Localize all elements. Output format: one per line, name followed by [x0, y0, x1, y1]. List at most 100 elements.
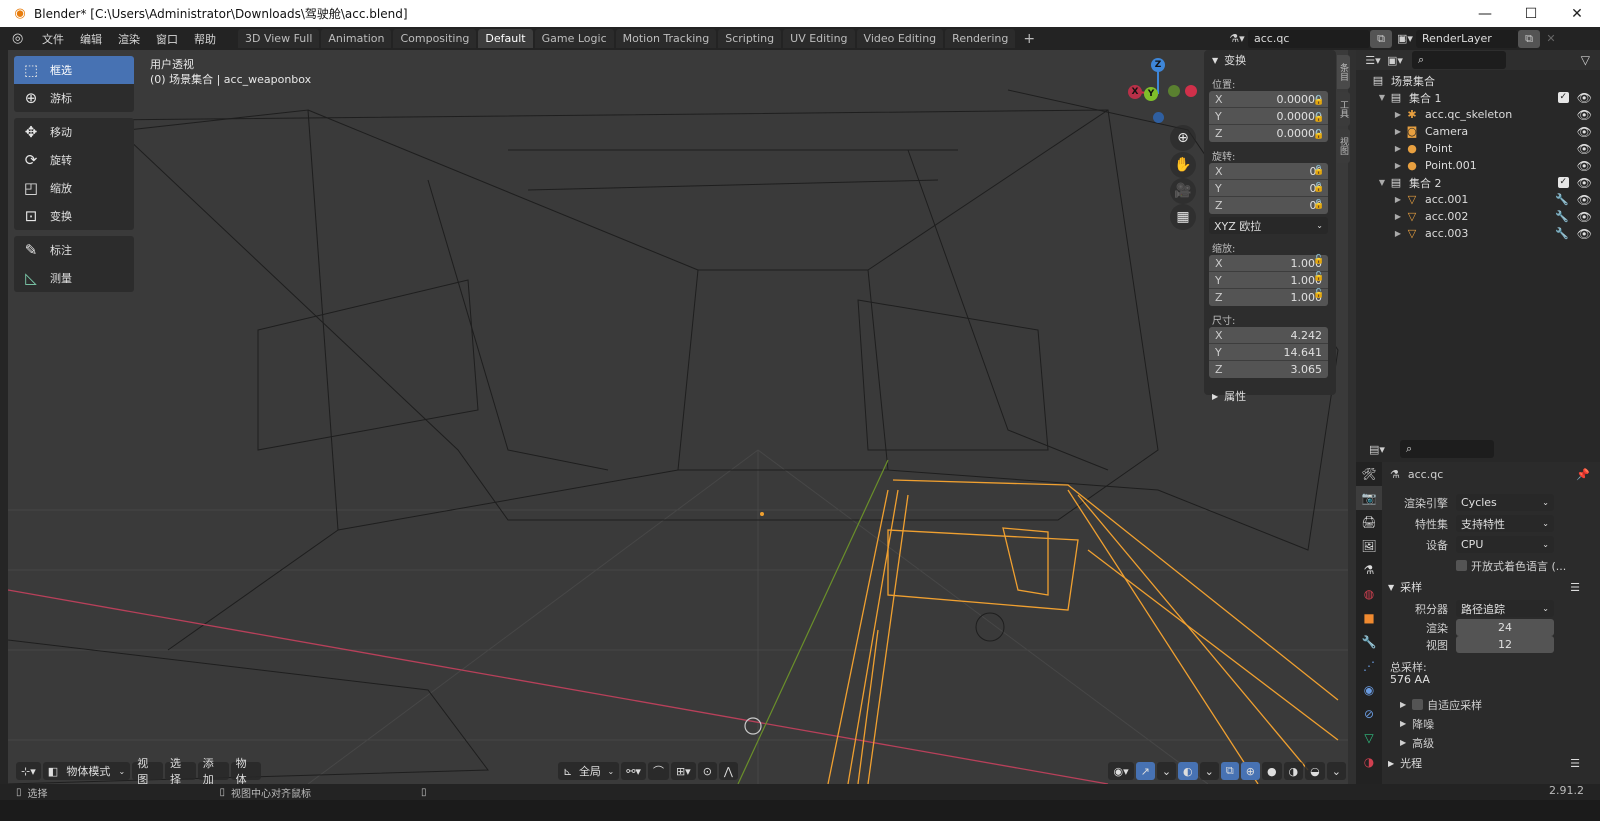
lock-location-y-icon[interactable]: 🔓	[1313, 113, 1325, 124]
tab-motion-tracking[interactable]: Motion Tracking	[615, 29, 717, 48]
add-workspace-button[interactable]: +	[1017, 31, 1041, 47]
viewport-samples-field[interactable]: 12	[1456, 636, 1554, 653]
transform-orientation-dropdown[interactable]: ⊾ 全局 ⌄	[558, 762, 620, 780]
gizmo-z-axis[interactable]: Z	[1151, 58, 1165, 72]
tab-default[interactable]: Default	[478, 29, 533, 48]
eye-icon[interactable]: 👁	[1577, 176, 1592, 190]
expand-arrow-icon[interactable]: ▶	[1392, 161, 1404, 170]
eye-icon[interactable]: 👁	[1577, 91, 1592, 105]
eye-icon[interactable]: 👁	[1577, 108, 1592, 122]
gizmo-neg-y-axis[interactable]	[1168, 85, 1180, 97]
outliner-item[interactable]: ▶ ◙ Camera 👁	[1356, 123, 1600, 140]
menu-render[interactable]: 渲染	[110, 31, 148, 47]
lock-location-x-icon[interactable]: 🔓	[1313, 96, 1325, 107]
tab-rendering[interactable]: Rendering	[945, 29, 1016, 48]
filter-icon[interactable]: ▽	[1581, 53, 1590, 67]
3d-viewport[interactable]	[8, 50, 1348, 784]
outliner-item[interactable]: ▶ ● Point 👁	[1356, 140, 1600, 157]
transform-panel-header[interactable]: ▼ 变换	[1204, 50, 1336, 70]
view-layer-icon[interactable]: ▣▾	[1394, 30, 1416, 48]
expand-arrow-icon[interactable]: ▶	[1392, 195, 1404, 204]
object-menu[interactable]: 物体	[230, 757, 262, 786]
lock-rotation-x-icon[interactable]: 🔓	[1313, 166, 1325, 177]
render-engine-dropdown[interactable]: Cycles ⌄	[1456, 494, 1554, 511]
outliner-collection-2[interactable]: ▼ ▤ 集合 2 ✓ 👁	[1356, 174, 1600, 191]
shading-wireframe-icon[interactable]: ⊕	[1240, 762, 1260, 780]
physics-tab-icon[interactable]: ◉	[1356, 678, 1382, 702]
tool-annotate[interactable]: ✎ 标注	[14, 236, 134, 264]
location-y-field[interactable]: Y 0.00000	[1209, 108, 1328, 125]
dimensions-y-field[interactable]: Y 14.641	[1209, 344, 1328, 361]
maximize-button[interactable]: ☐	[1508, 0, 1554, 27]
tab-animation[interactable]: Animation	[321, 29, 392, 48]
shading-rendered-icon[interactable]: ◒	[1305, 762, 1325, 780]
display-mode-icon[interactable]: ☰▾	[1362, 51, 1384, 69]
new-view-layer-icon[interactable]: ⧉	[1518, 29, 1540, 48]
snap-toggle-icon[interactable]: ⌒	[647, 762, 669, 780]
rotation-y-field[interactable]: Y 0°	[1209, 180, 1328, 197]
menu-help[interactable]: 帮助	[186, 31, 224, 47]
properties-section-header[interactable]: ▶ 属性	[1204, 386, 1336, 406]
tool-select-box[interactable]: ⬚ 框选	[14, 56, 134, 84]
render-samples-field[interactable]: 24	[1456, 619, 1554, 636]
render-tab-icon[interactable]: 📷	[1356, 486, 1382, 510]
exclude-checkbox[interactable]: ✓	[1557, 92, 1569, 103]
gizmo-neg-x-axis[interactable]	[1185, 85, 1197, 97]
advanced-subpanel[interactable]: ▶ 高级	[1382, 733, 1600, 752]
lock-scale-x-icon[interactable]: 🔓	[1313, 255, 1325, 266]
xray-toggle-icon[interactable]: ⧉	[1220, 762, 1239, 780]
properties-search-input[interactable]: ⌕	[1400, 440, 1494, 458]
overlay-toggle-icon[interactable]: ◐	[1178, 762, 1198, 780]
sidebar-tab-tool[interactable]: 工具	[1337, 92, 1350, 126]
world-tab-icon[interactable]: ◍	[1356, 582, 1382, 606]
material-tab-icon[interactable]: ◑	[1356, 750, 1382, 774]
expand-arrow-icon[interactable]: ▶	[1392, 144, 1404, 153]
outliner-collection-1[interactable]: ▼ ▤ 集合 1 ✓ 👁	[1356, 89, 1600, 106]
overlay-dropdown[interactable]: ⌄	[1199, 762, 1219, 780]
view-layer-filter-icon[interactable]: ▣▾	[1384, 51, 1406, 69]
integrator-dropdown[interactable]: 路径追踪 ⌄	[1456, 600, 1554, 617]
gizmo-toggle-icon[interactable]: ↗	[1135, 762, 1155, 780]
gizmo-y-axis[interactable]: Y	[1144, 87, 1158, 101]
sidebar-tab-view[interactable]: 视图	[1337, 129, 1350, 163]
snap-element-button[interactable]: ⊞▾	[670, 762, 696, 780]
dimensions-x-field[interactable]: X 4.242	[1209, 327, 1328, 344]
mode-dropdown[interactable]: ◧ 物体模式 ⌄	[42, 762, 131, 780]
location-x-field[interactable]: X 0.00000	[1209, 91, 1328, 108]
zoom-view-icon[interactable]: ⊕	[1170, 125, 1196, 151]
tool-tab-icon[interactable]: 🛠	[1356, 462, 1382, 486]
tool-rotate[interactable]: ⟳ 旋转	[14, 146, 134, 174]
outliner-item[interactable]: ▶ ● Point.001 👁	[1356, 157, 1600, 174]
minimize-button[interactable]: —	[1462, 0, 1508, 27]
sampling-section-header[interactable]: ▼ 采样 ☰	[1382, 576, 1600, 598]
tab-3d-view-full[interactable]: 3D View Full	[238, 29, 320, 48]
lock-scale-z-icon[interactable]: 🔓	[1313, 289, 1325, 300]
eye-icon[interactable]: 👁	[1577, 159, 1592, 173]
constraints-tab-icon[interactable]: ⊘	[1356, 702, 1382, 726]
collapse-arrow-icon[interactable]: ▼	[1376, 93, 1388, 102]
adaptive-sampling-checkbox[interactable]	[1412, 699, 1424, 710]
exclude-checkbox[interactable]: ✓	[1557, 177, 1569, 188]
view-layer-name-field[interactable]: RenderLayer	[1416, 29, 1518, 48]
new-scene-icon[interactable]: ⧉	[1370, 29, 1392, 48]
scale-y-field[interactable]: Y 1.000	[1209, 272, 1328, 289]
scale-x-field[interactable]: X 1.000	[1209, 255, 1328, 272]
output-tab-icon[interactable]: 🖨	[1356, 510, 1382, 534]
expand-arrow-icon[interactable]: ▶	[1392, 127, 1404, 136]
rotation-mode-dropdown[interactable]: XYZ 欧拉 ⌄	[1209, 217, 1328, 234]
add-menu[interactable]: 添加	[197, 757, 229, 786]
tool-cursor[interactable]: ⊕ 游标	[14, 84, 134, 112]
pin-icon[interactable]: 📌	[1576, 468, 1590, 481]
dimensions-z-field[interactable]: Z 3.065	[1209, 361, 1328, 378]
blender-logo-icon[interactable]: ◎	[12, 31, 34, 46]
tool-move[interactable]: ✥ 移动	[14, 118, 134, 146]
visibility-button[interactable]: ◉▾	[1108, 762, 1134, 780]
rotation-x-field[interactable]: X 0°	[1209, 163, 1328, 180]
lock-location-z-icon[interactable]: 🔓	[1313, 130, 1325, 141]
editor-type-icon[interactable]: ▤▾	[1366, 440, 1388, 458]
eye-icon[interactable]: 👁	[1577, 227, 1592, 241]
eye-icon[interactable]: 👁	[1577, 193, 1592, 207]
expand-arrow-icon[interactable]: ▶	[1392, 110, 1404, 119]
collapse-arrow-icon[interactable]: ▼	[1376, 178, 1388, 187]
outliner-item[interactable]: ▶ ▽ acc.001 🔧 👁	[1356, 191, 1600, 208]
